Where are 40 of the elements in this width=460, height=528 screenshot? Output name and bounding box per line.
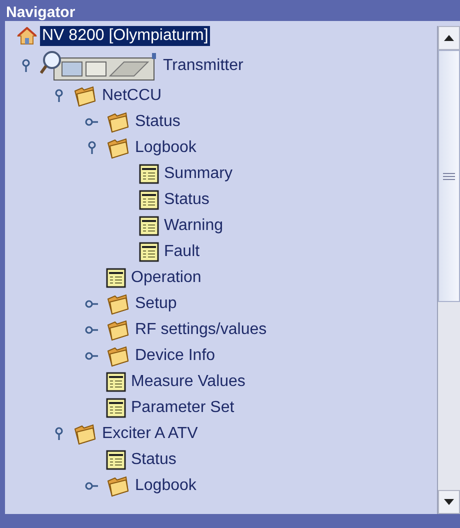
document-icon bbox=[106, 450, 126, 470]
folder-icon bbox=[106, 111, 130, 133]
document-icon bbox=[106, 372, 126, 392]
tree-item[interactable]: Logbook bbox=[133, 476, 198, 496]
tree-item[interactable]: Device Info bbox=[133, 346, 218, 366]
tree-item[interactable]: Transmitter bbox=[161, 56, 246, 76]
document-icon bbox=[106, 398, 126, 418]
document-icon bbox=[139, 216, 159, 236]
document-icon bbox=[106, 268, 126, 288]
tree-item[interactable]: Exciter A ATV bbox=[100, 424, 200, 444]
tree-item[interactable]: Logbook bbox=[133, 138, 198, 158]
scrollbar[interactable] bbox=[437, 26, 460, 514]
scroll-thumb[interactable] bbox=[438, 50, 460, 302]
folder-icon bbox=[73, 85, 97, 107]
tree-item[interactable]: Operation bbox=[129, 268, 204, 288]
scroll-up-icon[interactable] bbox=[438, 26, 460, 50]
folder-icon bbox=[106, 475, 130, 497]
tree-item[interactable]: Status bbox=[162, 190, 212, 210]
tree-item[interactable]: NetCCU bbox=[100, 86, 164, 106]
document-icon bbox=[139, 242, 159, 262]
tree-item[interactable]: Measure Values bbox=[129, 372, 248, 392]
tree-item[interactable]: Fault bbox=[162, 242, 202, 262]
folder-icon bbox=[106, 137, 130, 159]
tree-item[interactable]: RF settings/values bbox=[133, 320, 269, 340]
tree-item[interactable]: Setup bbox=[133, 294, 179, 314]
tree-item[interactable]: Status bbox=[133, 112, 182, 132]
folder-icon bbox=[106, 293, 130, 315]
tree-item[interactable]: Status bbox=[129, 450, 178, 470]
house-icon bbox=[17, 27, 37, 45]
scroll-down-icon[interactable] bbox=[438, 490, 460, 514]
folder-icon bbox=[73, 423, 97, 445]
tree-item[interactable]: Summary bbox=[162, 164, 234, 184]
panel-title: Navigator bbox=[5, 3, 76, 21]
tree-item[interactable]: Parameter Set bbox=[129, 398, 236, 418]
folder-icon bbox=[106, 319, 130, 341]
folder-icon bbox=[106, 345, 130, 367]
document-icon bbox=[139, 164, 159, 184]
tree-item[interactable]: Warning bbox=[162, 216, 225, 236]
tree-item[interactable]: NV 8200 [Olympiaturm] bbox=[40, 26, 210, 46]
document-icon bbox=[139, 190, 159, 210]
